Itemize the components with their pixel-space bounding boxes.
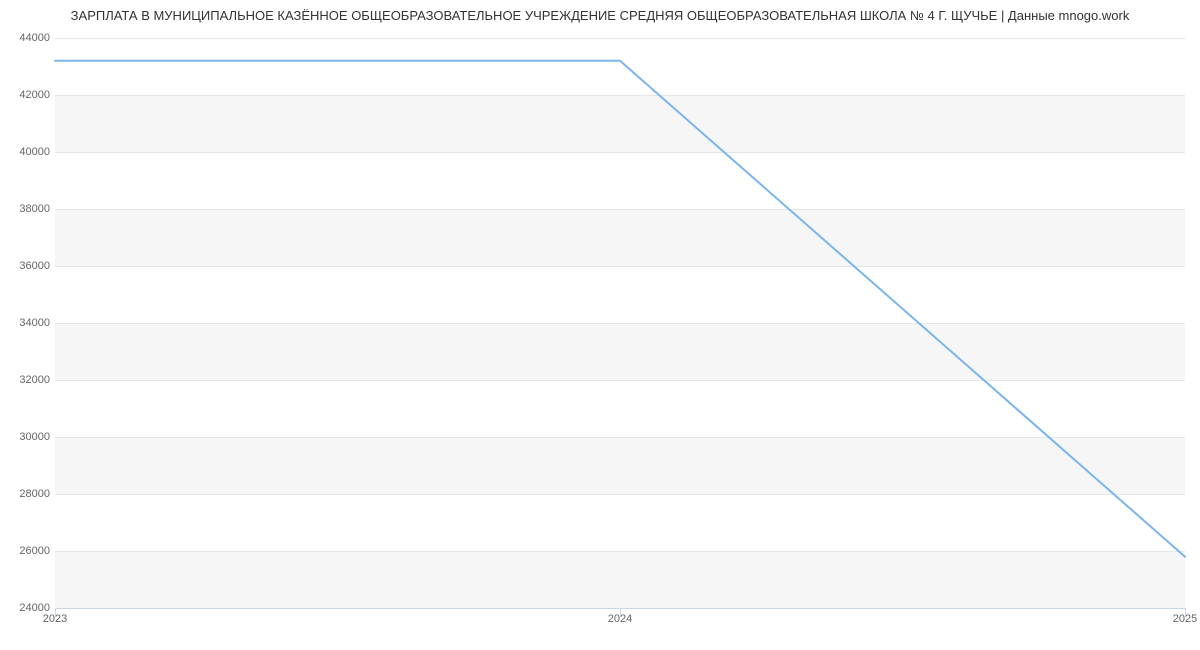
y-tick-label: 38000 <box>10 203 50 215</box>
series-line <box>55 61 1185 557</box>
y-tick-label: 42000 <box>10 89 50 101</box>
plot-area <box>55 38 1185 608</box>
y-tick-label: 44000 <box>10 32 50 44</box>
x-tick-label: 2023 <box>43 613 67 625</box>
y-tick-label: 30000 <box>10 431 50 443</box>
y-tick-label: 40000 <box>10 146 50 158</box>
y-tick-label: 28000 <box>10 488 50 500</box>
x-tick-label: 2024 <box>608 613 632 625</box>
chart-title: ЗАРПЛАТА В МУНИЦИПАЛЬНОЕ КАЗЁННОЕ ОБЩЕОБ… <box>0 8 1200 23</box>
salary-chart: ЗАРПЛАТА В МУНИЦИПАЛЬНОЕ КАЗЁННОЕ ОБЩЕОБ… <box>0 0 1200 650</box>
x-tick-label: 2025 <box>1173 613 1197 625</box>
y-tick-label: 26000 <box>10 545 50 557</box>
y-tick-label: 34000 <box>10 317 50 329</box>
y-tick-label: 36000 <box>10 260 50 272</box>
y-tick-label: 32000 <box>10 374 50 386</box>
line-layer <box>55 38 1185 608</box>
